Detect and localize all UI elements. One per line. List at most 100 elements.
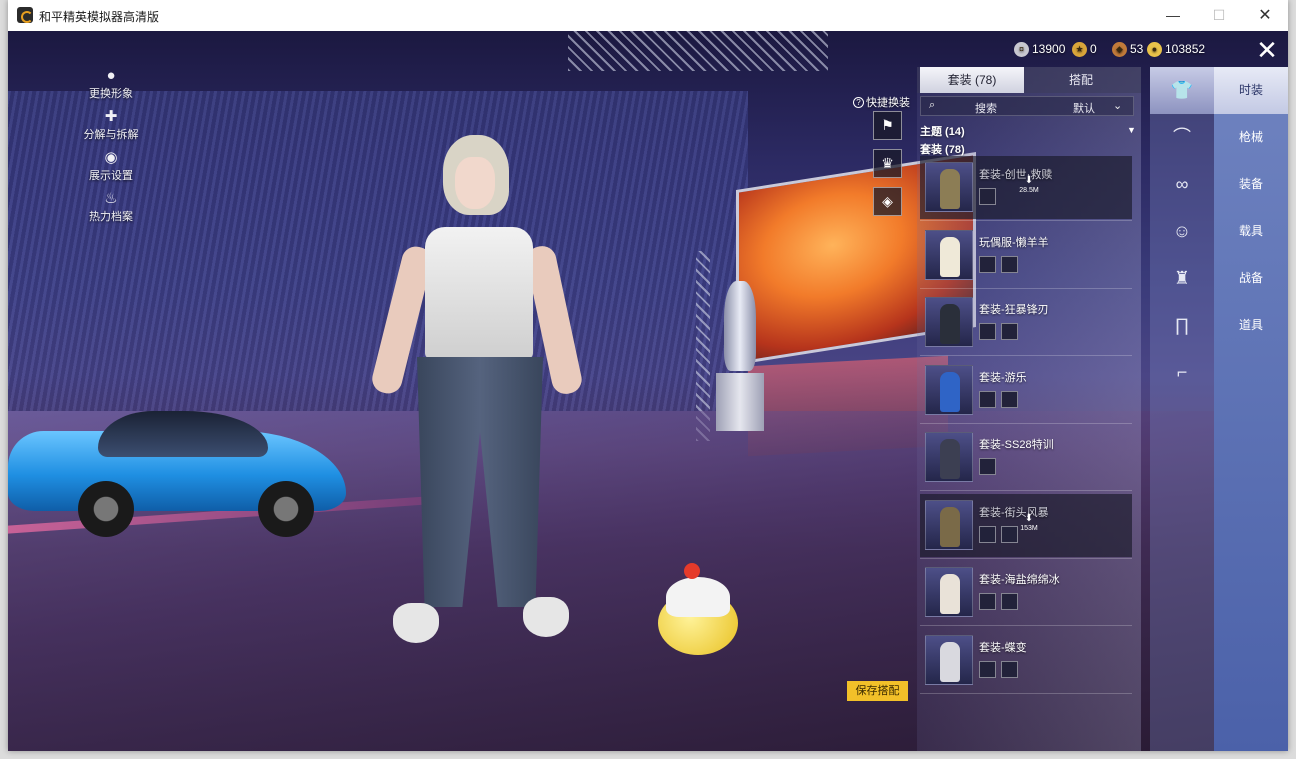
jacket-icon[interactable]: ♜ xyxy=(1150,255,1214,302)
face-icon[interactable]: ☺ xyxy=(1150,208,1214,255)
quick-slot-3[interactable]: ◈ xyxy=(873,187,902,216)
outfit-thumbnail xyxy=(925,432,973,482)
shoes-icon[interactable]: ⌐ xyxy=(1150,349,1214,396)
outfit-item[interactable]: 套装-狂暴锋刃 xyxy=(920,291,1132,354)
outfit-panel: 套装 (78) 搭配 ⌕ 搜索 默认 ⌄ 主题 (14) ▼ 套装 (78) 套… xyxy=(917,67,1141,751)
outfit-name: 套装-SS28特训 xyxy=(979,439,1054,451)
pet-chick xyxy=(658,563,742,661)
outfit-item[interactable]: 套装-游乐 xyxy=(920,359,1132,422)
caret-down-icon[interactable]: ▼ xyxy=(1127,125,1136,135)
outfit-part-icon xyxy=(1001,661,1018,678)
quick-slot-2[interactable]: ♛ xyxy=(873,149,902,178)
goggles-icon[interactable]: ∞ xyxy=(1150,161,1214,208)
outfit-part-icon xyxy=(979,256,996,273)
decompose-label: 分解与拆解 xyxy=(83,129,139,141)
change-avatar-label: 更换形象 xyxy=(89,88,133,100)
download-size: 153M xyxy=(1020,525,1038,532)
download-badge[interactable]: ⬇ 28.5M xyxy=(1017,176,1041,195)
panel-tabs: 套装 (78) 搭配 xyxy=(917,67,1141,93)
outfit-part-icon xyxy=(979,593,996,610)
close-window-button[interactable]: ✕ xyxy=(1242,0,1288,31)
outfit-thumbnail xyxy=(925,500,973,550)
flame-icon: ♨ xyxy=(104,190,118,207)
heat-archive-label: 热力档案 xyxy=(89,211,133,223)
search-bar[interactable]: ⌕ 搜索 默认 ⌄ xyxy=(920,96,1134,116)
gold-badge-icon: ★ xyxy=(1072,41,1087,57)
outfit-item[interactable]: 套装-SS28特训 xyxy=(920,426,1132,489)
puzzle-icon: ✚ xyxy=(104,108,118,125)
nav-items[interactable]: 道具 xyxy=(1214,302,1288,349)
avatar-icon: ● xyxy=(106,67,116,84)
currency-gold[interactable]: ● 103852 xyxy=(1147,40,1205,58)
outfit-thumbnail xyxy=(925,567,973,617)
app-logo-icon xyxy=(17,7,33,23)
outfit-icon[interactable]: 👕 xyxy=(1150,67,1214,114)
gold-coin-icon: ● xyxy=(1147,41,1162,57)
list-divider xyxy=(920,558,1132,559)
decompose-item[interactable]: ✚ 分解与拆解 xyxy=(66,108,156,149)
game-viewport[interactable]: ● 更换形象 ✚ 分解与拆解 ◉ 展示设置 ♨ 热力档案 ¤ 13900 ★ 0 xyxy=(8,31,1288,751)
group-suits[interactable]: 套装 (78) xyxy=(920,141,965,157)
list-divider xyxy=(920,423,1132,424)
right-nav: 时装 枪械 装备 载具 战备 道具 xyxy=(1214,67,1288,751)
outfit-part-icon xyxy=(979,458,996,475)
outfit-item[interactable]: 套装-海盐绵绵冰 xyxy=(920,561,1132,624)
close-game-button[interactable]: ✕ xyxy=(1254,37,1280,64)
sort-select[interactable]: 默认 xyxy=(1073,100,1095,116)
currency-silver[interactable]: ¤ 13900 xyxy=(1014,40,1065,58)
maximize-button[interactable]: ☐ xyxy=(1196,0,1242,31)
display-settings-item[interactable]: ◉ 展示设置 xyxy=(66,149,156,190)
heat-archive-item[interactable]: ♨ 热力档案 xyxy=(66,190,156,231)
download-badge[interactable]: ⬇ 153M xyxy=(1017,514,1041,533)
list-divider xyxy=(920,355,1132,356)
emblem-icon: ♛ xyxy=(881,155,894,171)
search-placeholder[interactable]: 搜索 xyxy=(975,100,997,116)
outfit-part-icon xyxy=(979,391,996,408)
nav-equipment[interactable]: 装备 xyxy=(1214,161,1288,208)
change-avatar-item[interactable]: ● 更换形象 xyxy=(66,67,156,108)
nav-battle-prep[interactable]: 战备 xyxy=(1214,255,1288,302)
nav-vehicles[interactable]: 载具 xyxy=(1214,208,1288,255)
cap-icon[interactable]: ⌒ xyxy=(1150,114,1214,161)
outfit-item[interactable]: 玩偶服-懒羊羊 xyxy=(920,224,1132,287)
download-icon: ⬇ xyxy=(1024,513,1034,524)
nav-fashion[interactable]: 时装 xyxy=(1214,67,1288,114)
outfit-part-icon xyxy=(1001,593,1018,610)
outfit-item[interactable]: 套装-街头风暴 ⬇ 153M xyxy=(920,494,1132,557)
outfit-part-icon xyxy=(979,188,996,205)
currency-silver-value: 13900 xyxy=(1032,42,1066,56)
left-menu: ● 更换形象 ✚ 分解与拆解 ◉ 展示设置 ♨ 热力档案 xyxy=(66,67,156,231)
outfit-name: 套装-蝶变 xyxy=(979,642,1027,654)
group-theme[interactable]: 主题 (14) xyxy=(920,123,965,139)
player-character[interactable] xyxy=(369,135,585,655)
bronze-coin-icon: ◆ xyxy=(1112,41,1127,57)
outfit-thumbnail xyxy=(925,365,973,415)
currency-badge[interactable]: ★ 0 xyxy=(1072,40,1097,58)
currency-bronze[interactable]: ◆ 53 xyxy=(1112,40,1143,58)
outfit-name: 套装-创世·救赎 xyxy=(979,169,1053,181)
save-outfit-button[interactable]: 保存搭配 xyxy=(847,681,908,701)
nav-guns[interactable]: 枪械 xyxy=(1214,114,1288,161)
outfit-name: 套装-海盐绵绵冰 xyxy=(979,574,1060,586)
quick-slot-1[interactable]: ⚑ xyxy=(873,111,902,140)
outfit-part-icon xyxy=(1001,323,1018,340)
tab-suits[interactable]: 套装 (78) xyxy=(920,67,1024,93)
outfit-item[interactable]: 套装-蝶变 xyxy=(920,629,1132,692)
sports-car xyxy=(8,401,348,537)
outfit-item[interactable]: 套装-创世·救赎 ⬇ 28.5M xyxy=(920,156,1132,219)
outfit-name: 玩偶服-懒羊羊 xyxy=(979,237,1049,249)
pants-icon[interactable]: ∏ xyxy=(1150,302,1214,349)
list-divider xyxy=(920,288,1132,289)
outfit-thumbnail xyxy=(925,297,973,347)
quick-change[interactable]: ? 快捷换装 xyxy=(853,94,910,110)
minimize-button[interactable]: — xyxy=(1150,0,1196,31)
currency-bronze-value: 53 xyxy=(1130,42,1144,56)
download-size: 28.5M xyxy=(1019,187,1039,194)
window-title: 和平精英模拟器高清版 xyxy=(39,10,160,24)
app-window: 和平精英模拟器高清版 — ☐ ✕ ● 更换形象 ✚ 分解与拆解 ◉ 展示设置 ♨… xyxy=(8,0,1288,751)
outfit-part-icon xyxy=(1001,256,1018,273)
chevron-down-icon[interactable]: ⌄ xyxy=(1113,99,1122,112)
silver-coin-icon: ¤ xyxy=(1014,41,1029,57)
tab-combo[interactable]: 搭配 xyxy=(1029,67,1133,93)
eye-icon: ◉ xyxy=(104,149,118,166)
